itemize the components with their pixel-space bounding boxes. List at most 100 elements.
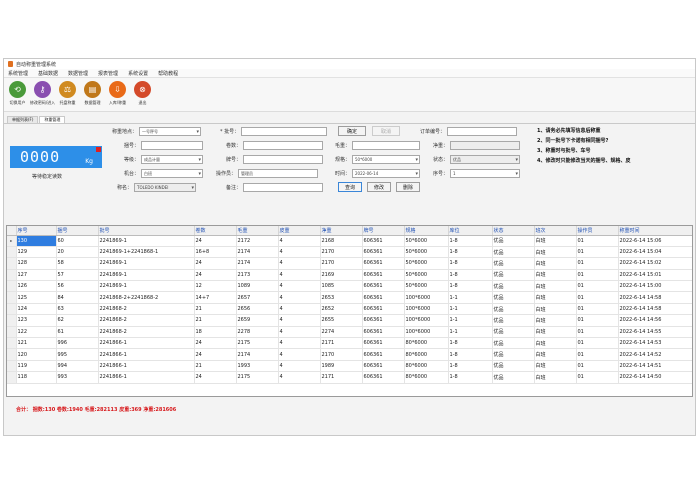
table-cell: 1-1 [448, 326, 493, 339]
column-header[interactable]: 批号 [98, 226, 195, 236]
table-cell: 21 [194, 303, 237, 316]
column-header[interactable]: 捆号 [56, 226, 99, 236]
table-cell: 1-1 [448, 303, 493, 316]
table-cell: 2171 [320, 371, 363, 384]
table-cell: 100*6000 [404, 303, 449, 316]
table-cell: 2022-6-14 14:53 [618, 337, 692, 350]
cancel-button[interactable]: 取消 [372, 126, 400, 136]
menu-item[interactable]: 系统设置 [128, 70, 148, 77]
row-header[interactable]: ▸ [7, 235, 17, 247]
table-cell: 2022-6-14 14:56 [618, 314, 692, 327]
reel-input[interactable] [141, 141, 204, 150]
column-header[interactable]: 卷数 [194, 226, 237, 236]
memo-input[interactable] [243, 183, 324, 192]
table-cell: 4 [278, 280, 321, 293]
column-header[interactable]: 称重时间 [618, 226, 692, 236]
table-row[interactable]: 126 56 2241869-1 12 1089 4 1085 606361 50*6000 1-… [7, 280, 692, 293]
tab-weighing[interactable]: 称重管理 [39, 116, 66, 123]
row-header[interactable] [7, 337, 17, 350]
toolbar-button[interactable]: ⇩ 入库/称重 [107, 81, 128, 106]
menu-item[interactable]: 报表管理 [98, 70, 118, 77]
table-cell: 50*6000 [404, 280, 449, 293]
toolbar-button[interactable]: ▤ 数据管理 [82, 81, 103, 106]
tab-list[interactable]: 单据列表(F) [7, 116, 39, 123]
menu-item[interactable]: 数据管理 [68, 70, 88, 77]
table-row[interactable]: 123 62 2241868-2 21 2659 4 2655 606361 100*6000 1… [7, 314, 692, 327]
column-header[interactable]: 序号 [16, 226, 57, 236]
row-header[interactable] [7, 303, 17, 316]
table-row[interactable]: 120 995 2241866-1 24 2174 4 2170 606361 80*6000 1… [7, 348, 692, 361]
table-cell: 1-8 [448, 269, 493, 282]
menu-item[interactable]: 基础数据 [38, 70, 58, 77]
scale-name-select[interactable]: TOLEDO KINDEI [134, 183, 197, 192]
toolbar-button[interactable]: ⚷ 修改密码/进入 [30, 81, 55, 106]
quality-select[interactable]: 优品 [450, 155, 521, 164]
weight-status: 等待稳定读数 [32, 174, 63, 180]
batch-input[interactable] [241, 127, 328, 136]
table-cell: 1-1 [448, 314, 493, 327]
confirm-button[interactable]: 确定 [338, 126, 366, 136]
table-row[interactable]: 124 63 2241868-2 21 2656 4 2652 606361 100*6000 1… [7, 303, 692, 316]
row-header[interactable] [7, 280, 17, 293]
row-header[interactable] [7, 246, 17, 259]
table-cell: 2655 [320, 314, 363, 327]
toolbar-button[interactable]: ⚖ 托盘称重 [57, 81, 78, 106]
modify-button[interactable]: 修改 [367, 182, 391, 192]
table-row[interactable]: 129 20 2241869-1+2241868-1 16+8 2174 4 2170 606… [7, 246, 692, 259]
menu-item[interactable]: 系统管理 [8, 70, 28, 77]
grade-select[interactable]: 成品计量 [141, 155, 204, 164]
net-input[interactable] [450, 141, 521, 150]
table-row[interactable]: 128 58 2241869-1 24 2174 4 2170 606361 50*6000 1-… [7, 257, 692, 270]
serial-select[interactable]: 1 [450, 169, 521, 178]
gross-input[interactable] [352, 141, 421, 150]
table-row[interactable]: 119 994 2241866-1 21 1993 4 1989 606361 80*6000 1… [7, 360, 692, 373]
row-header[interactable] [7, 360, 17, 373]
table-cell: 2174 [236, 257, 279, 270]
column-header[interactable]: 操作员 [576, 226, 619, 236]
order-field: 订单编号： [420, 127, 518, 136]
table-cell: 129 [16, 246, 57, 259]
row-header[interactable] [7, 314, 17, 327]
table-row[interactable]: ▸ 130 60 2241869-1 24 2172 4 2168 606361 50*6000 1… [7, 235, 692, 247]
table-row[interactable]: 121 996 2241866-1 24 2175 4 2171 606361 80*6000 1… [7, 337, 692, 350]
column-header[interactable]: 皮重 [278, 226, 321, 236]
table-cell: 2022-6-14 15:06 [618, 235, 692, 247]
table-cell: 80*6000 [404, 348, 449, 361]
row-header[interactable] [7, 348, 17, 361]
row-header[interactable] [7, 291, 17, 304]
toolbar-button[interactable]: ⟲ 切换用户 [7, 81, 28, 106]
spec-select[interactable]: 50*6000 [352, 155, 421, 164]
table-row[interactable]: 125 84 2241868-2+2241868-2 14+7 2657 4 2653 606… [7, 291, 692, 304]
column-header[interactable]: 班次 [534, 226, 577, 236]
column-header[interactable]: 牌号 [362, 226, 405, 236]
column-header[interactable]: 规格 [404, 226, 449, 236]
row-header[interactable] [7, 326, 17, 339]
row-header[interactable] [7, 269, 17, 282]
weight-display: 0000 Kg [10, 146, 102, 168]
column-header[interactable]: 库位 [448, 226, 493, 236]
delete-button[interactable]: 删除 [396, 182, 420, 192]
records-grid[interactable]: 序号 捆号 批号 卷数 毛重 皮重 净重 牌号 规格 库位 状态 班次 操作员 称重时间 ▸ 130 60 22… [6, 225, 693, 397]
toolbar-button[interactable]: ⊗ 退出 [132, 81, 153, 106]
grade-field: 等级： 成品计量 [124, 155, 204, 164]
table-row[interactable]: 122 61 2241868-2 18 2278 4 2274 606361 100*6000 1… [7, 326, 692, 339]
table-cell: 80*6000 [404, 371, 449, 384]
scale-select[interactable]: 一号秤号 [139, 127, 202, 136]
toolbar-button-label: 切换用户 [9, 100, 26, 105]
column-header[interactable]: 毛重 [236, 226, 279, 236]
table-cell: 996 [56, 337, 99, 350]
time-picker[interactable]: 2022-06-14 [352, 169, 421, 178]
table-row[interactable]: 118 993 2241866-1 24 2175 4 2171 606361 80*6000 1… [7, 371, 692, 384]
brand-input[interactable] [243, 155, 324, 164]
column-header[interactable]: 状态 [492, 226, 535, 236]
table-row[interactable]: 127 57 2241869-1 24 2173 4 2169 606361 50*6000 1-… [7, 269, 692, 282]
roll-input[interactable] [243, 141, 324, 150]
query-button[interactable]: 查询 [338, 182, 362, 192]
order-input[interactable] [447, 127, 518, 136]
column-header[interactable]: 净重 [320, 226, 363, 236]
row-header[interactable] [7, 371, 17, 384]
row-header[interactable] [7, 257, 17, 270]
operator-input[interactable]: 管理员 [238, 169, 319, 178]
menu-item[interactable]: 帮助教程 [158, 70, 178, 77]
source-select[interactable]: 白班 [141, 169, 204, 178]
